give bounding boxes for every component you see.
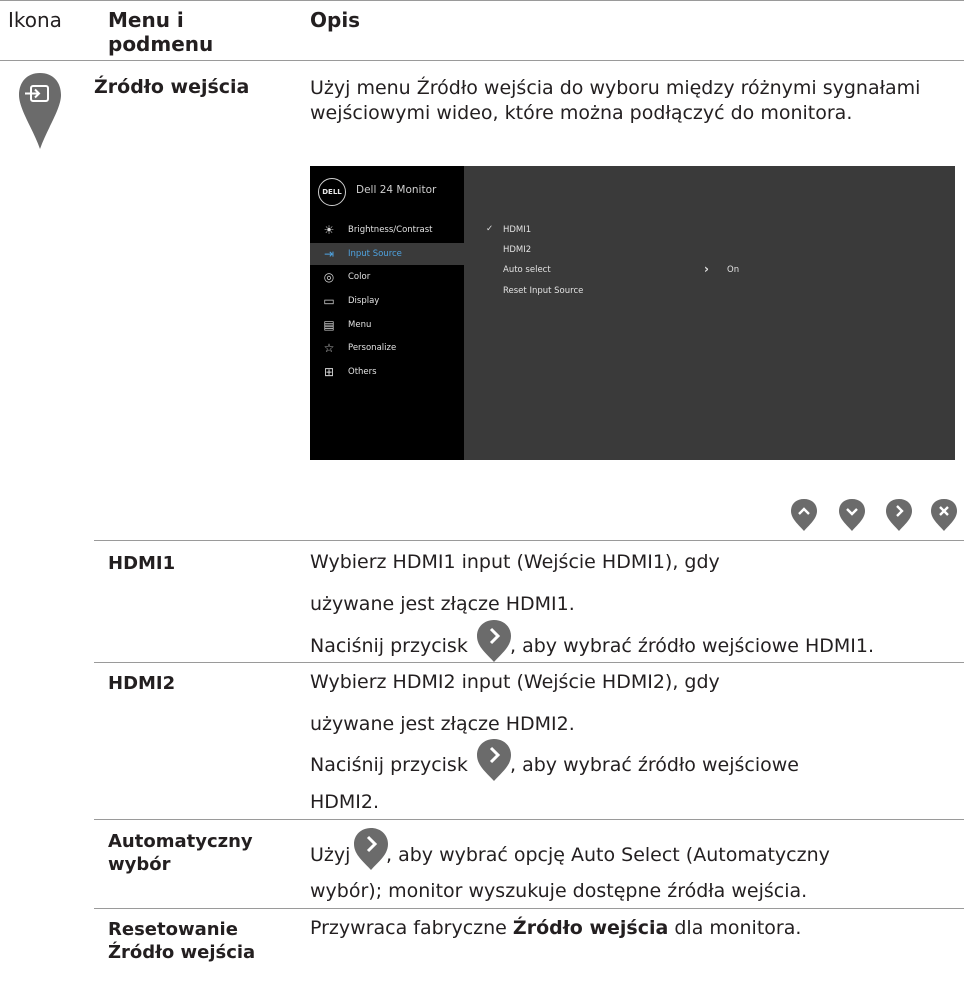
hdmi1-label: HDMI1 xyxy=(108,553,176,574)
input-source-description: Użyj menu Źródło wejścia do wyboru międz… xyxy=(310,77,921,124)
osd-option-auto-select[interactable]: Auto select xyxy=(503,265,551,275)
input-source-icon xyxy=(17,71,63,151)
header-desc-col: Opis xyxy=(310,8,361,32)
osd-option-hdmi1[interactable]: HDMI1 xyxy=(503,225,531,235)
reset-label-line1: Resetowanie xyxy=(108,919,238,940)
hdmi2-label: HDMI2 xyxy=(108,673,176,694)
hdmi1-line1: Wybierz HDMI1 input (Wejście HDMI1), gdy xyxy=(310,551,720,573)
auto-label-line2: wybór xyxy=(108,854,171,875)
osd-item-label: Brightness/Contrast xyxy=(348,225,433,235)
hdmi1-line3-pre: Naciśnij przycisk xyxy=(310,635,468,657)
osd-item-display[interactable]: ▭ Display xyxy=(310,290,464,312)
display-icon: ▭ xyxy=(323,294,335,308)
reset-desc-pre: Przywraca fabryczne xyxy=(310,917,513,939)
osd-item-color[interactable]: ◎ Color xyxy=(310,266,464,288)
right-button-icon xyxy=(353,827,389,875)
hdmi1-line2: używane jest złącze HDMI1. xyxy=(310,593,575,615)
osd-item-label: Display xyxy=(348,296,380,306)
osd-option-hdmi2[interactable]: HDMI2 xyxy=(503,245,531,255)
osd-item-personalize[interactable]: ☆ Personalize xyxy=(310,337,464,359)
osd-item-brightness[interactable]: ☀ Brightness/Contrast xyxy=(310,219,464,241)
osd-item-menu[interactable]: ▤ Menu xyxy=(310,314,464,336)
right-button-icon xyxy=(476,738,512,786)
osd-screenshot: DELL Dell 24 Monitor ☀ Brightness/Contra… xyxy=(310,166,955,460)
up-button-icon xyxy=(790,498,818,536)
others-icon: ⊞ xyxy=(323,365,335,379)
reset-desc-post: dla monitora. xyxy=(668,917,802,939)
osd-item-label: Others xyxy=(348,367,377,377)
check-icon: ✓ xyxy=(486,224,494,234)
osd-auto-select-value: On xyxy=(727,265,740,275)
header-rule xyxy=(0,60,964,61)
right-button-icon xyxy=(476,619,512,667)
osd-item-input-source[interactable]: ⇥ Input Source xyxy=(310,243,464,265)
hdmi2-line3-post: , aby wybrać źródło wejściowe xyxy=(510,754,799,776)
down-button-icon xyxy=(838,498,866,536)
auto-line2: wybór); monitor wyszukuje dostępne źródł… xyxy=(310,880,808,902)
right-button-icon xyxy=(885,498,913,536)
menu-icon: ▤ xyxy=(323,318,335,332)
reset-label-line2: Źródło wejścia xyxy=(108,942,256,963)
osd-sidebar: DELL Dell 24 Monitor ☀ Brightness/Contra… xyxy=(310,166,464,460)
star-icon: ☆ xyxy=(323,341,335,355)
auto-line1-post: , aby wybrać opcję Auto Select (Automaty… xyxy=(386,844,830,866)
input-source-title: Źródło wejścia xyxy=(94,76,250,98)
hdmi2-line1: Wybierz HDMI2 input (Wejście HDMI2), gdy xyxy=(310,671,720,693)
osd-item-label: Personalize xyxy=(348,343,397,353)
header-icon-col: Ikona xyxy=(8,8,62,32)
osd-item-label: Color xyxy=(348,272,371,282)
row-rule-auto xyxy=(94,819,964,820)
osd-item-others[interactable]: ⊞ Others xyxy=(310,361,464,383)
hdmi2-line2: używane jest złącze HDMI2. xyxy=(310,713,575,735)
osd-title: Dell 24 Monitor xyxy=(356,184,437,196)
header-menu-col: Menu i podmenu xyxy=(108,8,214,56)
hdmi2-line4: HDMI2. xyxy=(310,791,380,813)
reset-description: Przywraca fabryczne Źródło wejścia dla m… xyxy=(310,916,801,941)
osd-option-reset[interactable]: Reset Input Source xyxy=(503,286,583,296)
row-rule-reset xyxy=(94,908,964,909)
top-rule xyxy=(0,0,964,1)
chevron-right-icon: › xyxy=(704,262,709,276)
row-rule-hdmi1 xyxy=(94,540,964,541)
auto-label-line1: Automatyczny xyxy=(108,831,253,852)
row-rule-hdmi2 xyxy=(94,662,964,663)
input-source-small-icon: ⇥ xyxy=(323,247,335,261)
osd-item-label: Input Source xyxy=(348,249,402,259)
close-button-icon xyxy=(930,498,958,536)
auto-line1-pre: Użyj xyxy=(310,844,351,866)
brightness-icon: ☀ xyxy=(323,223,335,237)
reset-desc-bold: Źródło wejścia xyxy=(512,917,669,939)
color-icon: ◎ xyxy=(323,270,335,284)
osd-item-label: Menu xyxy=(348,320,372,330)
hdmi1-line3-post: , aby wybrać źródło wejściowe HDMI1. xyxy=(510,635,875,657)
hdmi2-line3-pre: Naciśnij przycisk xyxy=(310,754,468,776)
dell-logo: DELL xyxy=(318,178,346,206)
